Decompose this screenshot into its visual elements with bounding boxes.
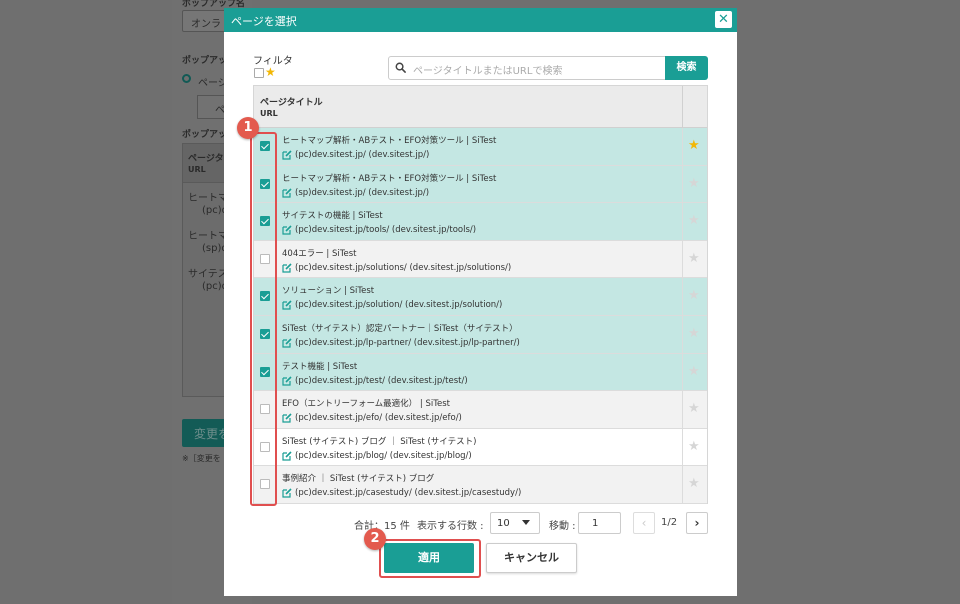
row-title: ヒートマップ解析・ABテスト・EFO対策ツール | SiTest — [282, 173, 497, 184]
column-divider — [682, 353, 683, 391]
table-row[interactable]: ヒートマップ解析・ABテスト・EFO対策ツール | SiTest (pc)dev.… — [254, 128, 707, 166]
row-url[interactable]: (pc)dev.sitest.jp/solution/ (dev.sitest.… — [295, 300, 502, 310]
star-icon[interactable]: ★ — [688, 476, 700, 491]
table-row[interactable]: 404エラー | SiTest (pc)dev.sitest.jp/solutio… — [254, 240, 707, 279]
star-icon[interactable]: ★ — [688, 439, 700, 454]
table-row[interactable]: サイテストの機能 | SiTest (pc)dev.sitest.jp/tools… — [254, 203, 707, 241]
row-title: EFO（エントリーフォーム最適化） | SiTest — [282, 399, 450, 410]
row-title: 404エラー | SiTest — [282, 248, 357, 259]
star-icon[interactable]: ★ — [688, 326, 700, 341]
row-url[interactable]: (pc)dev.sitest.jp/ (dev.sitest.jp/) — [295, 150, 429, 160]
bg-table-head-url: URL — [188, 165, 206, 174]
edit-icon[interactable] — [282, 188, 292, 198]
bg-row-title: ヒートマ — [188, 193, 228, 204]
checkbox-highlight-frame — [250, 132, 277, 506]
row-url[interactable]: (pc)dev.sitest.jp/test/ (dev.sitest.jp/t… — [295, 376, 468, 386]
page-indicator: 1/2 — [661, 517, 678, 528]
edit-icon[interactable] — [282, 225, 292, 235]
edit-icon[interactable] — [282, 338, 292, 348]
star-icon[interactable]: ★ — [688, 176, 700, 191]
star-icon: ★ — [265, 65, 276, 79]
edit-icon[interactable] — [282, 451, 292, 461]
step-badge-1: 1 — [237, 117, 259, 139]
column-divider — [682, 278, 683, 315]
row-title: ソリューション | SiTest — [282, 286, 375, 297]
table-row[interactable]: SiTest (サイテスト) ブログ ｜ SiTest (サイテスト) (pc)d… — [254, 428, 707, 467]
star-icon[interactable]: ★ — [688, 288, 700, 303]
table-row[interactable]: ソリューション | SiTest (pc)dev.sitest.jp/soluti… — [254, 278, 707, 316]
column-divider — [682, 86, 683, 128]
rows-per-page-select[interactable]: 10 — [490, 512, 540, 534]
cancel-button[interactable]: キャンセル — [486, 543, 577, 573]
row-title: SiTest (サイテスト) ブログ ｜ SiTest (サイテスト) — [282, 436, 477, 447]
chevron-right-icon[interactable]: › — [686, 512, 708, 534]
column-divider — [682, 428, 683, 466]
star-icon[interactable]: ★ — [688, 213, 700, 228]
column-divider — [682, 128, 683, 165]
edit-icon[interactable] — [282, 263, 292, 273]
star-icon[interactable]: ★ — [688, 364, 700, 379]
bg-table-head-title: ページタ — [188, 154, 224, 164]
search-input[interactable]: ページタイトルまたはURLで検索 — [388, 56, 666, 80]
row-title: ヒートマップ解析・ABテスト・EFO対策ツール | SiTest — [282, 136, 497, 146]
column-divider — [682, 466, 683, 503]
edit-icon[interactable] — [282, 488, 292, 498]
table-row[interactable]: EFO（エントリーフォーム最適化） | SiTest (pc)dev.sitest… — [254, 391, 707, 429]
table-header: ページタイトル URL — [254, 86, 707, 128]
modal-header: ページを選択 ✕ — [224, 8, 737, 32]
column-divider — [682, 203, 683, 240]
column-divider — [682, 240, 683, 278]
bg-select-value: オンラ — [191, 19, 221, 30]
column-divider — [682, 165, 683, 203]
apply-button[interactable]: 適用 — [384, 543, 474, 573]
star-icon[interactable]: ★ — [688, 401, 700, 416]
row-url[interactable]: (pc)dev.sitest.jp/solutions/ (dev.sitest… — [295, 263, 511, 273]
modal-title: ページを選択 — [231, 15, 297, 28]
bg-row-title: サイテス — [188, 269, 228, 280]
row-url[interactable]: (sp)dev.sitest.jp/ (dev.sitest.jp/) — [295, 188, 429, 198]
row-url[interactable]: (pc)dev.sitest.jp/lp-partner/ (dev.sites… — [295, 338, 520, 348]
chevron-left-icon[interactable]: ‹ — [633, 512, 655, 534]
page-jump-input[interactable]: 1 — [578, 512, 621, 534]
table-row[interactable]: SiTest（サイテスト）認定パートナー｜SiTest（サイテスト） (pc)de… — [254, 316, 707, 354]
star-icon[interactable]: ★ — [688, 251, 700, 266]
row-title: サイテストの機能 | SiTest — [282, 211, 383, 222]
edit-icon[interactable] — [282, 413, 292, 423]
chevron-down-icon — [522, 520, 530, 525]
page-select-modal: ページを選択 ✕ フィルタ ★ ページタイトルまたはURLで検索 検索 ページタ… — [224, 8, 737, 596]
row-title: 事例紹介 ｜ SiTest (サイテスト) ブログ — [282, 474, 435, 485]
bg-note: ※［変更を — [182, 454, 221, 463]
column-header-url: URL — [260, 109, 278, 118]
favorite-filter-checkbox[interactable] — [254, 68, 264, 78]
edit-icon[interactable] — [282, 150, 292, 160]
column-header-title: ページタイトル — [260, 98, 323, 108]
page-table: ページタイトル URL ヒートマップ解析・ABテスト・EFO対策ツール | Si… — [253, 85, 708, 504]
pager-move-label: 移動 : — [549, 521, 576, 532]
row-url[interactable]: (pc)dev.sitest.jp/blog/ (dev.sitest.jp/b… — [295, 451, 472, 461]
edit-icon[interactable] — [282, 376, 292, 386]
column-divider — [682, 316, 683, 353]
bg-row-title: ヒートマ — [188, 231, 228, 242]
bg-section-label-1: ポップアッ — [182, 56, 228, 66]
table-row[interactable]: ヒートマップ解析・ABテスト・EFO対策ツール | SiTest (sp)dev.… — [254, 165, 707, 204]
table-row[interactable]: 事例紹介 ｜ SiTest (サイテスト) ブログ (pc)dev.sitest.… — [254, 466, 707, 504]
step-badge-2: 2 — [364, 528, 386, 550]
close-icon[interactable]: ✕ — [715, 11, 732, 28]
row-url[interactable]: (pc)dev.sitest.jp/casestudy/ (dev.sitest… — [295, 488, 521, 498]
row-url[interactable]: (pc)dev.sitest.jp/tools/ (dev.sitest.jp/… — [295, 225, 476, 235]
search-icon — [395, 62, 406, 73]
column-divider — [682, 391, 683, 428]
edit-icon[interactable] — [282, 300, 292, 310]
bg-radio — [182, 74, 191, 83]
row-url[interactable]: (pc)dev.sitest.jp/efo/ (dev.sitest.jp/ef… — [295, 413, 462, 423]
pager-rows-label: 表示する行数 : — [417, 521, 484, 532]
star-icon[interactable]: ★ — [688, 138, 700, 153]
search-button[interactable]: 検索 — [665, 56, 708, 80]
bg-section-label-2: ポップアッ — [182, 130, 228, 140]
row-title: SiTest（サイテスト）認定パートナー｜SiTest（サイテスト） — [282, 324, 518, 334]
row-title: テスト機能 | SiTest — [282, 361, 358, 372]
table-row[interactable]: テスト機能 | SiTest (pc)dev.sitest.jp/test/ (d… — [254, 353, 707, 392]
